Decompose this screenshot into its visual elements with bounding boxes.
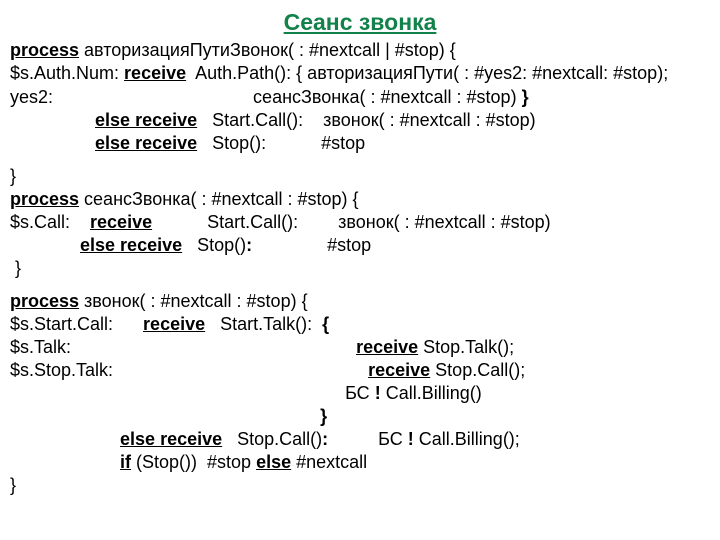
text: Start.Talk(): — [205, 314, 322, 334]
indent: БС — [10, 383, 375, 403]
indent — [10, 406, 320, 426]
text: yes2: сеансЗвонка( : #nextcall : #stop) — [10, 87, 522, 107]
kw-receive: receive — [143, 314, 205, 334]
text: (Stop()) #stop — [131, 452, 256, 472]
text: сеансЗвонка( : #nextcall : #stop) { — [79, 189, 359, 209]
text: Stop.Talk(); — [418, 337, 514, 357]
text: Start.Call(): звонок( : #nextcall : #sto… — [197, 110, 536, 130]
kw-receive: receive — [368, 360, 430, 380]
text: $s.Talk: — [10, 337, 356, 357]
text: звонок( : #nextcall : #stop) { — [79, 291, 308, 311]
text: Call.Billing(); — [414, 429, 520, 449]
kw-process: process — [10, 189, 79, 209]
brace: } — [522, 87, 529, 107]
kw-process: process — [10, 40, 79, 60]
text: БС — [328, 429, 408, 449]
indent — [10, 133, 95, 153]
kw-receive: receive — [124, 63, 186, 83]
text: Stop(): #stop — [197, 133, 365, 153]
text: $s.Auth.Num: — [10, 63, 124, 83]
text: $s.Call: — [10, 212, 90, 232]
text: Stop() — [182, 235, 246, 255]
brace: } — [320, 406, 327, 426]
brace: } — [10, 258, 21, 278]
kw-else: else — [256, 452, 291, 472]
brace: { — [322, 314, 329, 334]
kw-process: process — [10, 291, 79, 311]
code-block-3: process звонок( : #nextcall : #stop) { $… — [10, 290, 710, 497]
kw-else-receive: else receive — [95, 110, 197, 130]
indent — [10, 452, 120, 472]
text: #nextcall — [291, 452, 367, 472]
code-block-1: process авторизацияПутиЗвонок( : #nextca… — [10, 39, 710, 154]
text: $s.Stop.Talk: — [10, 360, 368, 380]
indent — [10, 429, 120, 449]
kw-receive: receive — [90, 212, 152, 232]
text: $s.Start.Call: — [10, 314, 143, 334]
text: #stop — [252, 235, 371, 255]
text: Auth.Path(): { авторизацияПути( : #yes2:… — [186, 63, 668, 83]
kw-if: if — [120, 452, 131, 472]
indent — [10, 235, 80, 255]
text: Stop.Call(); — [430, 360, 525, 380]
page-title: Сеанс звонка — [10, 8, 710, 37]
code-block-1-close: } process сеансЗвонка( : #nextcall : #st… — [10, 165, 710, 280]
kw-else-receive: else receive — [80, 235, 182, 255]
kw-receive: receive — [356, 337, 418, 357]
kw-else-receive: else receive — [95, 133, 197, 153]
text: Start.Call(): звонок( : #nextcall : #sto… — [152, 212, 551, 232]
brace: } — [10, 166, 16, 186]
text: Call.Billing() — [381, 383, 482, 403]
brace: } — [10, 475, 16, 495]
kw-else-receive: else receive — [120, 429, 222, 449]
indent — [10, 110, 95, 130]
text: авторизацияПутиЗвонок( : #nextcall | #st… — [79, 40, 456, 60]
text: Stop.Call() — [222, 429, 322, 449]
